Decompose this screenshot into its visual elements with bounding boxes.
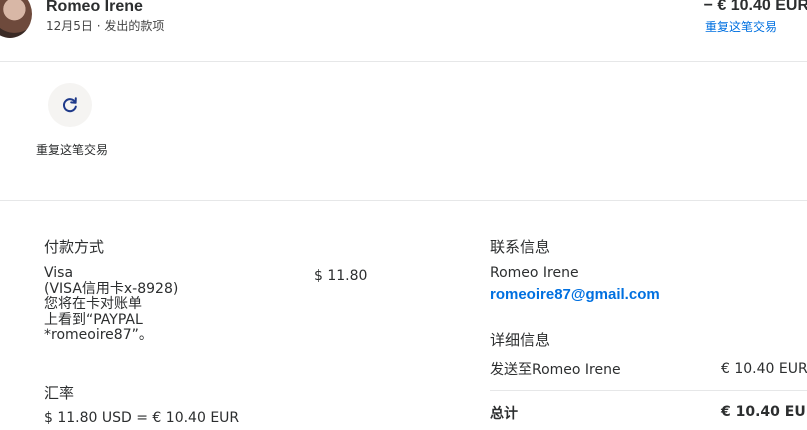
sent-to-label: 发送至Romeo Irene: [490, 362, 621, 378]
payment-method-title: 付款方式: [44, 238, 105, 256]
total-label: 总计: [490, 406, 518, 422]
details-title: 详细信息: [490, 331, 551, 349]
repeat-transaction-label[interactable]: 重复这笔交易: [36, 142, 108, 159]
exchange-rate-title: 汇率: [44, 384, 75, 402]
contact-email-link[interactable]: romeoire87@gmail.com: [490, 286, 660, 303]
repeat-transaction-button[interactable]: [48, 83, 92, 127]
avatar: [0, 0, 32, 38]
repeat-transaction-link[interactable]: 重复这笔交易: [705, 18, 777, 35]
details-divider: [490, 390, 807, 391]
payment-desc-line: Visa: [44, 265, 74, 281]
contact-info-title: 联系信息: [490, 238, 551, 256]
transaction-header: Romeo Irene 12月5日 · 发出的款项 − € 10.40 EUR …: [0, 0, 807, 62]
actions-section: 重复这笔交易: [0, 62, 807, 201]
recipient-name: Romeo Irene: [46, 0, 143, 15]
contact-name: Romeo Irene: [490, 265, 579, 281]
total-amount: € 10.40 EUR: [721, 404, 807, 420]
exchange-rate-value: $ 11.80 USD = € 10.40 EUR: [44, 410, 240, 426]
transaction-amount: − € 10.40 EUR: [703, 0, 807, 14]
sent-to-amount: € 10.40 EUR: [721, 361, 807, 377]
payment-desc-line: (VISA信用卡x-8928): [44, 280, 179, 297]
transaction-date-type: 12月5日 · 发出的款项: [46, 19, 165, 33]
payment-desc-line: *romeoire87”。: [44, 327, 153, 343]
payment-desc-line: 您将在卡对账单: [44, 296, 142, 312]
refresh-icon: [62, 97, 77, 113]
payment-method-description: Visa (VISA信用卡x-8928) 您将在卡对账单 上看到“PAYPAL …: [44, 265, 244, 344]
payment-amount: $ 11.80: [314, 268, 368, 284]
payment-desc-line: 上看到“PAYPAL: [44, 311, 143, 328]
